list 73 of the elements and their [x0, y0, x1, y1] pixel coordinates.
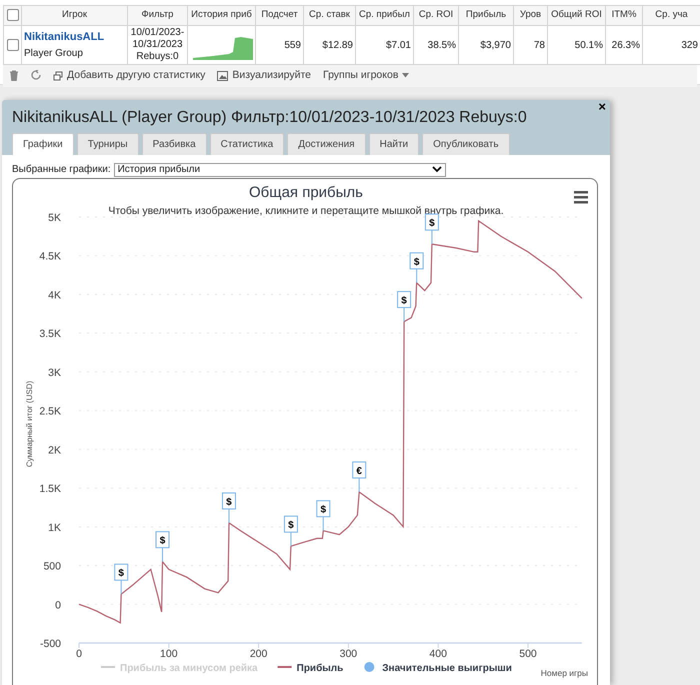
y-tick-label: 4.5K — [39, 250, 61, 263]
caret-icon — [402, 73, 410, 78]
tab[interactable]: Достижения — [287, 133, 366, 155]
annotation: $ — [226, 496, 232, 508]
legend-item[interactable]: Значительные выигрыши — [364, 662, 512, 674]
x-tick-label: 200 — [250, 648, 268, 660]
tab[interactable]: Графики — [12, 133, 74, 155]
table-cell: 38.5% — [428, 40, 456, 50]
filter-text: Rebuys:0 — [136, 51, 179, 62]
x-axis-title: Номер игры — [540, 668, 588, 678]
y-tick-label: 1K — [48, 522, 61, 534]
tab[interactable]: Турниры — [76, 133, 139, 155]
filter-text: 10/31/2023 — [132, 39, 183, 50]
annotation: $ — [288, 520, 294, 532]
annotation: $ — [118, 568, 124, 580]
close-button[interactable]: × — [598, 101, 606, 113]
y-tick-label: 4K — [48, 289, 61, 302]
y-tick-label: 5K — [48, 212, 61, 224]
menu-icon[interactable] — [574, 191, 588, 204]
y-tick-label: 2K — [48, 444, 61, 456]
y-tick-label: -500 — [40, 638, 61, 650]
table-cell: 329 — [681, 40, 698, 50]
tab[interactable]: Разбивка — [142, 133, 207, 155]
dialog-title: NikitanikusALL (Player Group) Фильтр:10/01/2023-10/31/2023 Rebuys:0 — [12, 108, 527, 128]
table-cell: $7.01 — [386, 40, 411, 50]
tab[interactable]: Найти — [368, 133, 420, 155]
table-cell: 78 — [534, 40, 545, 50]
annotation: $ — [401, 296, 408, 307]
row-checkbox[interactable] — [6, 38, 18, 51]
select-all-checkbox[interactable] — [6, 8, 18, 21]
x-tick-label: 100 — [160, 648, 178, 660]
y-tick-label: 500 — [43, 560, 61, 573]
trash-icon — [9, 70, 19, 82]
y-tick-label: 2.5K — [39, 406, 61, 418]
tab[interactable]: Опубликовать — [422, 133, 510, 155]
windows-icon — [53, 70, 63, 81]
y-axis-title: Суммарный итог (USD) — [25, 380, 34, 468]
legend-label: Прибыль — [296, 663, 344, 674]
annotation: $ — [320, 504, 326, 516]
table-cell: $12.89 — [322, 40, 353, 50]
player-group: Player Group — [24, 48, 83, 59]
y-tick-label: 3.5K — [39, 328, 61, 340]
table-cell: 26.3% — [612, 40, 640, 50]
table-cell: 50.1% — [574, 40, 603, 50]
x-tick-label: 400 — [429, 648, 447, 660]
table-cell: $3,970 — [480, 40, 511, 50]
y-tick-label: 3K — [48, 366, 61, 379]
select-label: Выбранные графики: — [12, 163, 111, 177]
player-link[interactable]: NikitanikusALL — [24, 31, 104, 44]
filter-text: 10/01/2023- — [130, 27, 184, 38]
chart-title: Общая прибыль — [248, 184, 364, 201]
column-header[interactable]: Игрок — [62, 9, 88, 20]
visualize-button[interactable]: Визуализируйте — [217, 68, 311, 84]
chart-select[interactable]: История прибыли — [114, 162, 446, 176]
dropdown-button[interactable]: Группы игроков — [322, 68, 410, 84]
add-button[interactable]: Добавить другую статистику — [53, 68, 206, 84]
x-tick-label: 500 — [519, 648, 537, 660]
table-cell: 559 — [284, 40, 301, 50]
annotation: $ — [414, 256, 420, 268]
annotation: $ — [429, 218, 436, 230]
chevron-icon — [432, 166, 442, 173]
annotation: $ — [160, 536, 166, 547]
refresh-button[interactable] — [31, 70, 41, 82]
image-icon — [217, 70, 228, 81]
annotation: € — [356, 466, 362, 477]
legend-item[interactable]: Прибыль — [278, 663, 344, 674]
delete-button[interactable] — [9, 70, 19, 82]
x-tick-label: 0 — [76, 648, 82, 660]
x-tick-label: 300 — [340, 648, 358, 660]
refresh-icon — [31, 70, 41, 82]
y-tick-label: 1.5K — [39, 483, 61, 496]
y-tick-label: 0 — [55, 599, 61, 612]
tab[interactable]: Статистика — [210, 133, 284, 155]
